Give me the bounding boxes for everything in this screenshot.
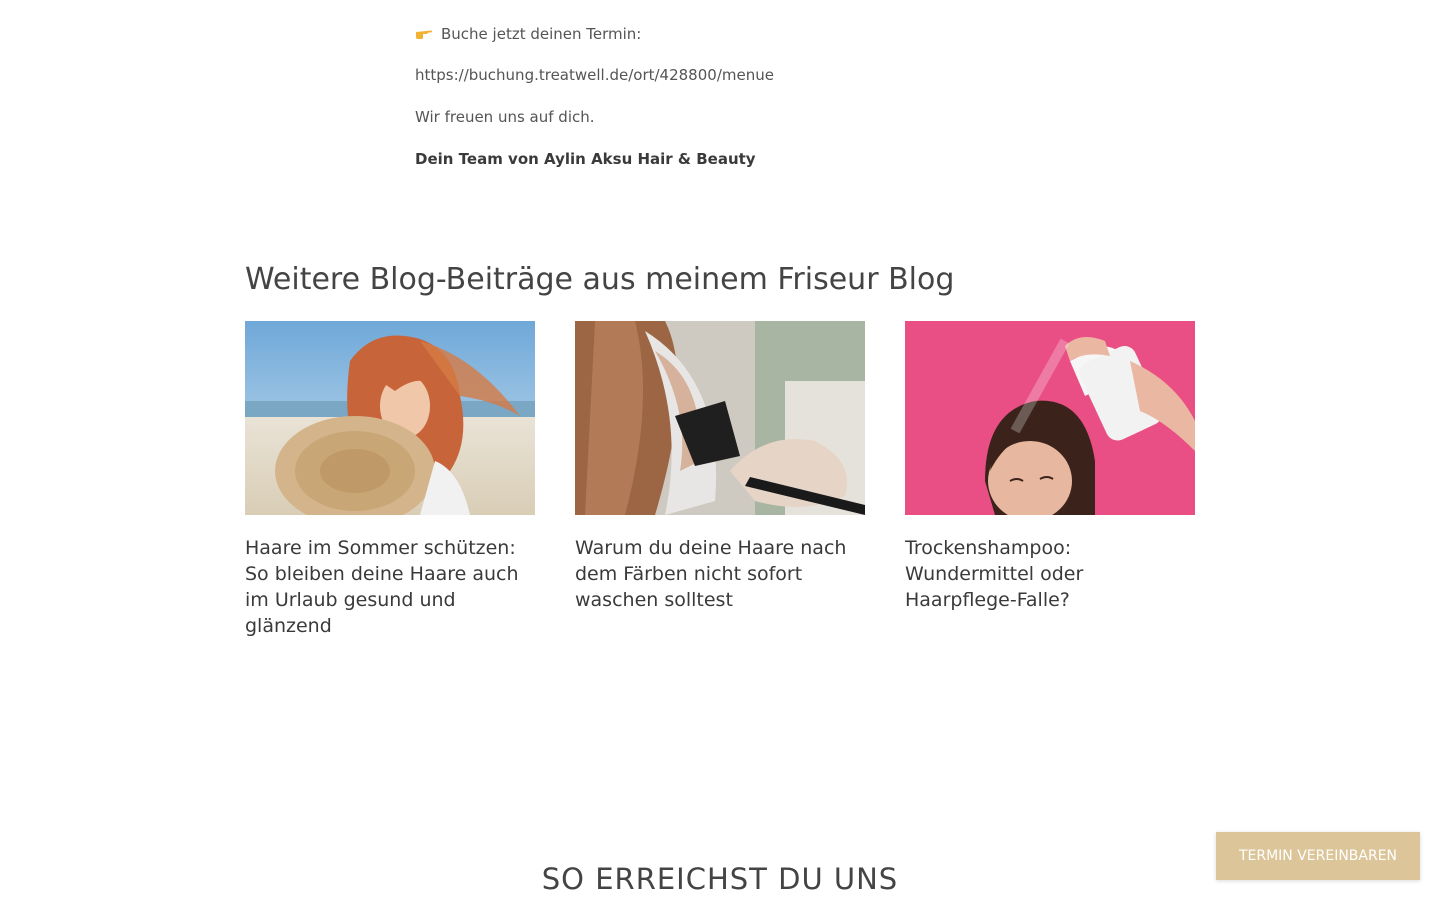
blog-post-title[interactable]: Warum du deine Haare nach dem Färben nic… (575, 535, 865, 613)
blog-image-hair-coloring[interactable] (575, 321, 865, 515)
blog-image-dry-shampoo[interactable] (905, 321, 1195, 515)
blog-card[interactable]: Trockenshampoo: Wundermittel oder Haarpf… (905, 321, 1195, 611)
blog-image-summer-beach[interactable] (245, 321, 535, 515)
blog-post-title[interactable]: Trockenshampoo: Wundermittel oder Haarpf… (905, 535, 1195, 613)
book-appointment-button[interactable]: TERMIN VEREINBAREN (1216, 832, 1420, 880)
blog-card[interactable]: Haare im Sommer schützen: So bleiben dei… (245, 321, 535, 637)
signature: Dein Team von Aylin Aksu Hair & Beauty (415, 150, 756, 168)
booking-link[interactable]: https://buchung.treatwell.de/ort/428800/… (415, 65, 774, 85)
blog-section-heading: Weitere Blog-Beiträge aus meinem Friseur… (245, 262, 955, 297)
pointing-hand-icon (416, 30, 432, 39)
booking-prompt: Buche jetzt deinen Termin: (415, 24, 641, 44)
page: Buche jetzt deinen Termin: https://buchu… (0, 0, 1440, 900)
blog-post-title[interactable]: Haare im Sommer schützen: So bleiben dei… (245, 535, 535, 639)
closing-text: Wir freuen uns auf dich. (415, 108, 595, 126)
blog-card[interactable]: Warum du deine Haare nach dem Färben nic… (575, 321, 865, 611)
booking-prompt-text: Buche jetzt deinen Termin: (441, 25, 642, 43)
